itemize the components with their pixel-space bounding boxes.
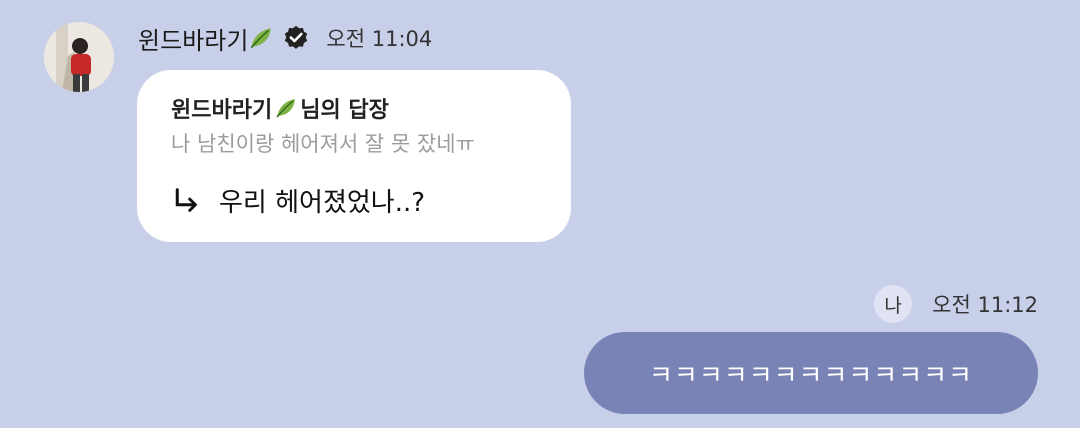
- outgoing-timestamp: 오전 11:12: [932, 293, 1038, 317]
- sender-name[interactable]: 윈드바라기: [138, 21, 248, 56]
- outgoing-message-text: ㅋㅋㅋㅋㅋㅋㅋㅋㅋㅋㅋㅋㅋ: [649, 360, 973, 391]
- outgoing-message-bubble[interactable]: ㅋㅋㅋㅋㅋㅋㅋㅋㅋㅋㅋㅋㅋ: [584, 332, 1038, 414]
- reply-message-text: 우리 헤어졌었나..?: [219, 188, 426, 218]
- reply-message-row: 우리 헤어졌었나..?: [171, 182, 425, 219]
- reply-arrow-icon: [175, 187, 197, 212]
- reply-suffix: 님의 답장: [300, 98, 389, 123]
- quoted-sender-name: 윈드바라기: [171, 98, 273, 123]
- verified-badge-icon: [285, 25, 308, 49]
- outgoing-header: 나 오전 11:12: [874, 284, 1038, 324]
- quoted-message[interactable]: 나 남친이랑 헤어져서 잘 못 잤네ㅠ: [171, 128, 475, 158]
- leaf-icon: [251, 28, 272, 49]
- sender-header: 윈드바라기 오전 11:04: [138, 18, 432, 58]
- leaf-icon: [276, 99, 296, 118]
- sender-avatar[interactable]: [44, 22, 114, 92]
- reply-header: 윈드바라기 님의 답장: [171, 92, 389, 124]
- me-badge: 나: [874, 285, 913, 323]
- incoming-message-bubble[interactable]: 윈드바라기 님의 답장 나 남친이랑 헤어져서 잘 못 잤네ㅠ 우리 헤어졌었나…: [137, 70, 571, 242]
- incoming-timestamp: 오전 11:04: [326, 27, 433, 51]
- avatar-image: [44, 22, 114, 92]
